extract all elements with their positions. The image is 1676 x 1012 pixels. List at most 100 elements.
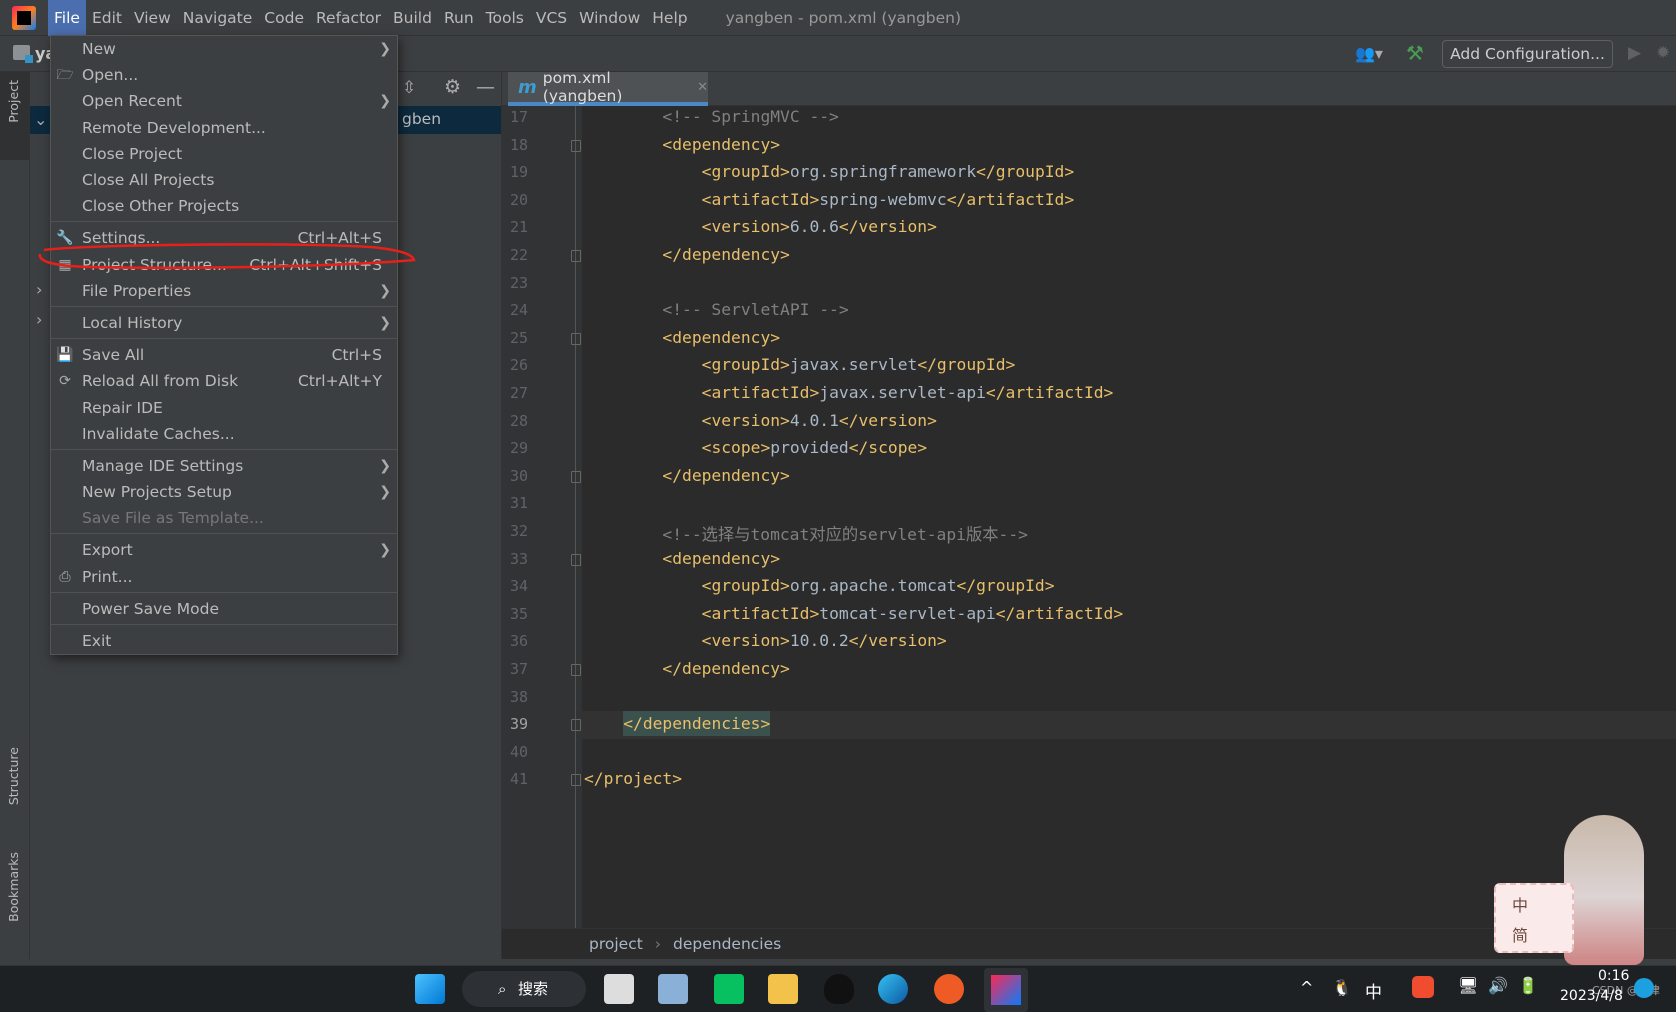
chevron-right-icon[interactable]: › bbox=[36, 310, 42, 329]
code-line[interactable]: <dependency> bbox=[584, 328, 780, 347]
menu-item-new-projects-setup[interactable]: New Projects Setup ❯ bbox=[51, 479, 397, 505]
menu-item-repair-ide[interactable]: Repair IDE bbox=[51, 394, 397, 420]
menu-file[interactable]: File bbox=[48, 0, 86, 36]
code-line[interactable]: <!--选择与tomcat对应的servlet-api版本--> bbox=[584, 521, 1028, 545]
menu-refactor[interactable]: Refactor bbox=[310, 0, 387, 36]
code-line[interactable]: </dependency> bbox=[584, 245, 789, 264]
menu-tools[interactable]: Tools bbox=[480, 0, 530, 36]
menu-item-exit[interactable]: Exit bbox=[51, 628, 397, 654]
ime-indicator[interactable]: 中 bbox=[1365, 978, 1382, 1003]
menu-code[interactable]: Code bbox=[258, 0, 310, 36]
vcs-user-icon[interactable]: 👥▾ bbox=[1355, 44, 1383, 63]
menu-item-remote-development[interactable]: Remote Development... bbox=[51, 115, 397, 141]
menu-item-new[interactable]: New ❯ bbox=[51, 36, 397, 62]
fold-marker-icon[interactable] bbox=[571, 664, 581, 676]
code-line[interactable]: </dependencies> bbox=[584, 711, 771, 737]
code-line[interactable]: <artifactId>spring-webmvc</artifactId> bbox=[584, 190, 1075, 209]
add-configuration-button[interactable]: Add Configuration... bbox=[1442, 40, 1613, 68]
notification-icon[interactable] bbox=[1634, 978, 1654, 998]
structure-tool-label[interactable]: Structure bbox=[6, 747, 21, 805]
resource-monitor-icon[interactable] bbox=[658, 974, 688, 1004]
line-number: 36 bbox=[509, 632, 528, 651]
menu-item-export[interactable]: Export ❯ bbox=[51, 537, 397, 563]
ime-card[interactable]: 中 简 bbox=[1494, 883, 1574, 953]
code-line[interactable]: <version>6.0.6</version> bbox=[584, 217, 937, 236]
menu-item-open-recent[interactable]: Open Recent ❯ bbox=[51, 88, 397, 114]
menu-vcs[interactable]: VCS bbox=[530, 0, 573, 36]
code-line[interactable]: <!-- SpringMVC --> bbox=[584, 107, 838, 126]
fold-marker-icon[interactable] bbox=[571, 470, 581, 483]
menu-item-save-all[interactable]: 💾 Save All Ctrl+S bbox=[51, 342, 397, 368]
file-explorer-icon[interactable] bbox=[768, 974, 798, 1004]
chevron-down-icon[interactable]: ⌄ bbox=[34, 110, 47, 129]
project-tool-label[interactable]: Project bbox=[6, 80, 21, 123]
close-icon[interactable]: ✕ bbox=[697, 80, 708, 95]
code-line[interactable]: </project> bbox=[584, 769, 682, 788]
menu-item-close-project[interactable]: Close Project bbox=[51, 141, 397, 167]
bookmarks-tool-label[interactable]: Bookmarks bbox=[6, 852, 21, 922]
menu-run[interactable]: Run bbox=[438, 0, 480, 36]
taskbar-search[interactable]: ⌕ 搜索 bbox=[462, 971, 586, 1007]
menu-item-open[interactable]: 🗁 Open... bbox=[51, 62, 397, 88]
tab-pom-xml[interactable]: m pom.xml (yangben) ✕ bbox=[508, 69, 708, 106]
code-line[interactable]: </dependency> bbox=[584, 659, 789, 678]
fold-marker-icon[interactable] bbox=[571, 553, 581, 566]
menu-build[interactable]: Build bbox=[387, 0, 438, 36]
menu-view[interactable]: View bbox=[128, 0, 177, 36]
collapse-all-icon[interactable]: ⇳ bbox=[402, 78, 416, 98]
breadcrumb-dependencies[interactable]: dependencies bbox=[673, 935, 781, 953]
tray-overflow-icon[interactable]: ^ bbox=[1300, 978, 1313, 997]
run-icon[interactable]: ▶ bbox=[1628, 43, 1641, 63]
code-line[interactable]: <groupId>org.apache.tomcat</groupId> bbox=[584, 576, 1055, 595]
breadcrumb-project[interactable]: project bbox=[589, 935, 643, 953]
menu-window[interactable]: Window bbox=[573, 0, 646, 36]
network-icon[interactable]: 🖥 bbox=[1458, 976, 1478, 995]
submenu-arrow-icon: ❯ bbox=[379, 41, 391, 58]
fold-marker-icon[interactable] bbox=[571, 774, 581, 787]
postman-icon[interactable] bbox=[934, 974, 964, 1004]
fold-marker-icon[interactable] bbox=[571, 139, 581, 152]
menu-item-manage-ide-settings[interactable]: Manage IDE Settings ❯ bbox=[51, 453, 397, 479]
volume-icon[interactable]: 🔊 bbox=[1488, 976, 1508, 995]
fold-marker-icon[interactable] bbox=[571, 719, 581, 732]
code-line[interactable]: </dependency> bbox=[584, 466, 789, 485]
menu-item-reload-all-from-disk[interactable]: ⟳ Reload All from Disk Ctrl+Alt+Y bbox=[51, 368, 397, 394]
code-line[interactable]: <groupId>org.springframework</groupId> bbox=[584, 162, 1075, 181]
menu-item-print[interactable]: ⎙ Print... bbox=[51, 564, 397, 590]
code-line[interactable]: <version>4.0.1</version> bbox=[584, 411, 937, 430]
code-line[interactable]: <dependency> bbox=[584, 135, 780, 154]
fold-marker-icon[interactable] bbox=[571, 250, 581, 262]
intellij-taskbar-button[interactable] bbox=[984, 968, 1028, 1012]
edge-icon[interactable] bbox=[878, 974, 908, 1004]
hide-panel-icon[interactable]: — bbox=[476, 76, 495, 98]
task-view-icon[interactable] bbox=[604, 974, 634, 1004]
battery-icon[interactable]: 🔋 bbox=[1518, 976, 1538, 995]
tree-row-label[interactable]: gben bbox=[402, 110, 441, 128]
wechat-icon[interactable] bbox=[714, 974, 744, 1004]
menu-navigate[interactable]: Navigate bbox=[177, 0, 259, 36]
tray-qq-icon[interactable]: 🐧 bbox=[1332, 978, 1352, 997]
sogou-icon[interactable] bbox=[1412, 976, 1434, 998]
menu-edit[interactable]: Edit bbox=[86, 0, 128, 36]
menu-item-close-all-projects[interactable]: Close All Projects bbox=[51, 167, 397, 193]
build-hammer-icon[interactable]: ⚒ bbox=[1406, 41, 1424, 65]
qq-icon[interactable] bbox=[824, 974, 854, 1004]
menu-help[interactable]: Help bbox=[646, 0, 693, 36]
menu-item-power-save-mode[interactable]: Power Save Mode bbox=[51, 596, 397, 622]
menu-item-invalidate-caches[interactable]: Invalidate Caches... bbox=[51, 421, 397, 447]
fold-marker-icon[interactable] bbox=[571, 332, 581, 345]
code-line[interactable]: <version>10.0.2</version> bbox=[584, 631, 947, 650]
code-line[interactable]: <!-- ServletAPI --> bbox=[584, 300, 848, 319]
code-line[interactable]: <dependency> bbox=[584, 549, 780, 568]
code-line[interactable]: <groupId>javax.servlet</groupId> bbox=[584, 355, 1016, 374]
menu-item-local-history[interactable]: Local History ❯ bbox=[51, 310, 397, 336]
code-line[interactable]: <scope>provided</scope> bbox=[584, 438, 927, 457]
ime-mascot-widget[interactable]: 中 简 bbox=[1494, 805, 1674, 965]
debug-icon[interactable]: ✹ bbox=[1656, 43, 1670, 63]
line-number: 29 bbox=[509, 439, 528, 458]
windows-start-icon[interactable] bbox=[415, 974, 445, 1004]
code-line[interactable]: <artifactId>javax.servlet-api</artifactI… bbox=[584, 383, 1114, 402]
gear-icon[interactable]: ⚙ bbox=[444, 76, 461, 98]
menu-item-close-other-projects[interactable]: Close Other Projects bbox=[51, 193, 397, 219]
code-line[interactable]: <artifactId>tomcat-servlet-api</artifact… bbox=[584, 604, 1124, 623]
